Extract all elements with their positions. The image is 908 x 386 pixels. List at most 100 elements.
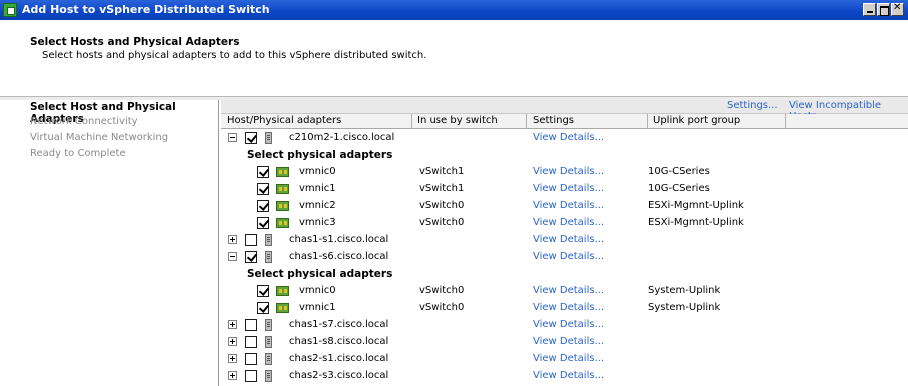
host-row: chas1-s7.cisco.local View Details... xyxy=(221,317,908,334)
server-icon xyxy=(265,319,272,331)
adapter-row: vmnic1 vSwitch0 View Details... System-Upli… xyxy=(221,300,908,317)
in-use-by-switch: vSwitch1 xyxy=(419,183,465,194)
host-name: chas1-s6.cisco.local xyxy=(289,251,389,262)
column-host[interactable]: Host/Physical adapters xyxy=(227,115,341,126)
panel-toolbar: Settings... View Incompatible Hosts... xyxy=(221,100,908,122)
section-label: Select physical adapters xyxy=(247,268,393,280)
host-checkbox[interactable] xyxy=(245,353,257,365)
uplink-port-group: System-Uplink xyxy=(648,285,721,296)
view-details-link[interactable]: View Details... xyxy=(533,200,604,211)
in-use-by-switch: vSwitch0 xyxy=(419,285,465,296)
uplink-port-group: ESXi-Mgmnt-Uplink xyxy=(648,200,744,211)
host-name: chas1-s7.cisco.local xyxy=(289,319,389,330)
host-adapter-panel: Settings... View Incompatible Hosts... H… xyxy=(221,100,908,386)
host-row: chas1-s6.cisco.local View Details... xyxy=(221,249,908,266)
adapter-checkbox[interactable] xyxy=(257,183,269,195)
adapter-name: vmnic2 xyxy=(299,200,336,211)
network-adapter-icon xyxy=(276,201,289,211)
host-checkbox[interactable] xyxy=(245,251,257,263)
expand-icon[interactable] xyxy=(228,371,237,380)
wizard-steps-sidebar: Select Host and Physical Adapters Networ… xyxy=(0,100,219,386)
page-subtitle: Select hosts and physical adapters to ad… xyxy=(42,50,427,61)
host-row: chas2-s1.cisco.local View Details... xyxy=(221,351,908,368)
host-row: chas1-s1.cisco.local View Details... xyxy=(221,232,908,249)
network-adapter-icon xyxy=(276,184,289,194)
adapter-name: vmnic1 xyxy=(299,183,336,194)
section-label: Select physical adapters xyxy=(247,149,393,161)
expand-icon[interactable] xyxy=(228,320,237,329)
uplink-port-group: System-Uplink xyxy=(648,302,721,313)
step-vm-networking: Virtual Machine Networking xyxy=(30,132,169,143)
uplink-port-group: 10G-CSeries xyxy=(648,183,710,194)
host-name: c210m2-1.cisco.local xyxy=(289,132,395,143)
collapse-icon[interactable] xyxy=(228,133,237,142)
expand-icon[interactable] xyxy=(228,354,237,363)
host-row: chas2-s3.cisco.local View Details... xyxy=(221,368,908,385)
settings-link[interactable]: Settings... xyxy=(727,100,778,111)
maximize-button[interactable] xyxy=(877,3,890,16)
column-divider[interactable] xyxy=(411,114,412,128)
view-details-link[interactable]: View Details... xyxy=(533,319,604,330)
adapter-row: vmnic0 vSwitch0 View Details... System-Upli… xyxy=(221,283,908,300)
adapter-row: vmnic3 vSwitch0 View Details... ESXi-Mgmnt-… xyxy=(221,215,908,232)
adapter-checkbox[interactable] xyxy=(257,166,269,178)
uplink-port-group: ESXi-Mgmnt-Uplink xyxy=(648,217,744,228)
step-ready-to-complete: Ready to Complete xyxy=(30,148,126,159)
view-details-link[interactable]: View Details... xyxy=(533,285,604,296)
server-icon xyxy=(265,234,272,246)
host-name: chas2-s1.cisco.local xyxy=(289,353,389,364)
host-name: chas2-s3.cisco.local xyxy=(289,370,389,381)
host-checkbox[interactable] xyxy=(245,234,257,246)
close-button[interactable] xyxy=(891,2,904,16)
vsphere-app-icon xyxy=(3,3,17,17)
host-row: chas1-s8.cisco.local View Details... xyxy=(221,334,908,351)
network-adapter-icon xyxy=(276,218,289,228)
host-checkbox[interactable] xyxy=(245,319,257,331)
adapter-row: vmnic0 vSwitch1 View Details... 10G-CSeries xyxy=(221,164,908,181)
column-divider[interactable] xyxy=(526,114,527,128)
window-controls xyxy=(862,2,904,17)
uplink-port-group: 10G-CSeries xyxy=(648,166,710,177)
host-name: chas1-s1.cisco.local xyxy=(289,234,389,245)
view-details-link[interactable]: View Details... xyxy=(533,132,604,143)
wizard-header: Select Hosts and Physical Adapters Selec… xyxy=(0,20,908,97)
adapter-checkbox[interactable] xyxy=(257,200,269,212)
server-icon xyxy=(265,370,272,382)
expand-icon[interactable] xyxy=(228,235,237,244)
adapter-checkbox[interactable] xyxy=(257,217,269,229)
view-details-link[interactable]: View Details... xyxy=(533,353,604,364)
adapter-checkbox[interactable] xyxy=(257,302,269,314)
view-details-link[interactable]: View Details... xyxy=(533,217,604,228)
title-bar: Add Host to vSphere Distributed Switch xyxy=(0,0,908,20)
view-details-link[interactable]: View Details... xyxy=(533,234,604,245)
host-checkbox[interactable] xyxy=(245,132,257,144)
view-details-link[interactable]: View Details... xyxy=(533,302,604,313)
host-checkbox[interactable] xyxy=(245,336,257,348)
column-settings[interactable]: Settings xyxy=(533,115,574,126)
host-row: c210m2-1.cisco.local View Details... xyxy=(221,130,908,147)
adapter-checkbox[interactable] xyxy=(257,285,269,297)
column-uplink[interactable]: Uplink port group xyxy=(653,115,740,126)
adapter-row: vmnic2 vSwitch0 View Details... ESXi-Mgmnt-… xyxy=(221,198,908,215)
column-divider[interactable] xyxy=(785,114,786,128)
grid-header: Host/Physical adapters In use by switch … xyxy=(221,114,908,129)
expand-icon[interactable] xyxy=(228,337,237,346)
in-use-by-switch: vSwitch0 xyxy=(419,302,465,313)
adapter-row: vmnic1 vSwitch1 View Details... 10G-CSeries xyxy=(221,181,908,198)
view-details-link[interactable]: View Details... xyxy=(533,251,604,262)
host-checkbox[interactable] xyxy=(245,370,257,382)
column-in-use[interactable]: In use by switch xyxy=(417,115,498,126)
view-details-link[interactable]: View Details... xyxy=(533,370,604,381)
minimize-button[interactable] xyxy=(863,3,876,16)
network-adapter-icon xyxy=(276,286,289,296)
view-details-link[interactable]: View Details... xyxy=(533,166,604,177)
collapse-icon[interactable] xyxy=(228,252,237,261)
page-title: Select Hosts and Physical Adapters xyxy=(30,36,240,48)
step-network-connectivity: Network Connectivity xyxy=(30,116,138,127)
column-divider[interactable] xyxy=(647,114,648,128)
in-use-by-switch: vSwitch1 xyxy=(419,166,465,177)
adapter-name: vmnic3 xyxy=(299,217,336,228)
adapter-name: vmnic0 xyxy=(299,285,336,296)
view-details-link[interactable]: View Details... xyxy=(533,336,604,347)
view-details-link[interactable]: View Details... xyxy=(533,183,604,194)
